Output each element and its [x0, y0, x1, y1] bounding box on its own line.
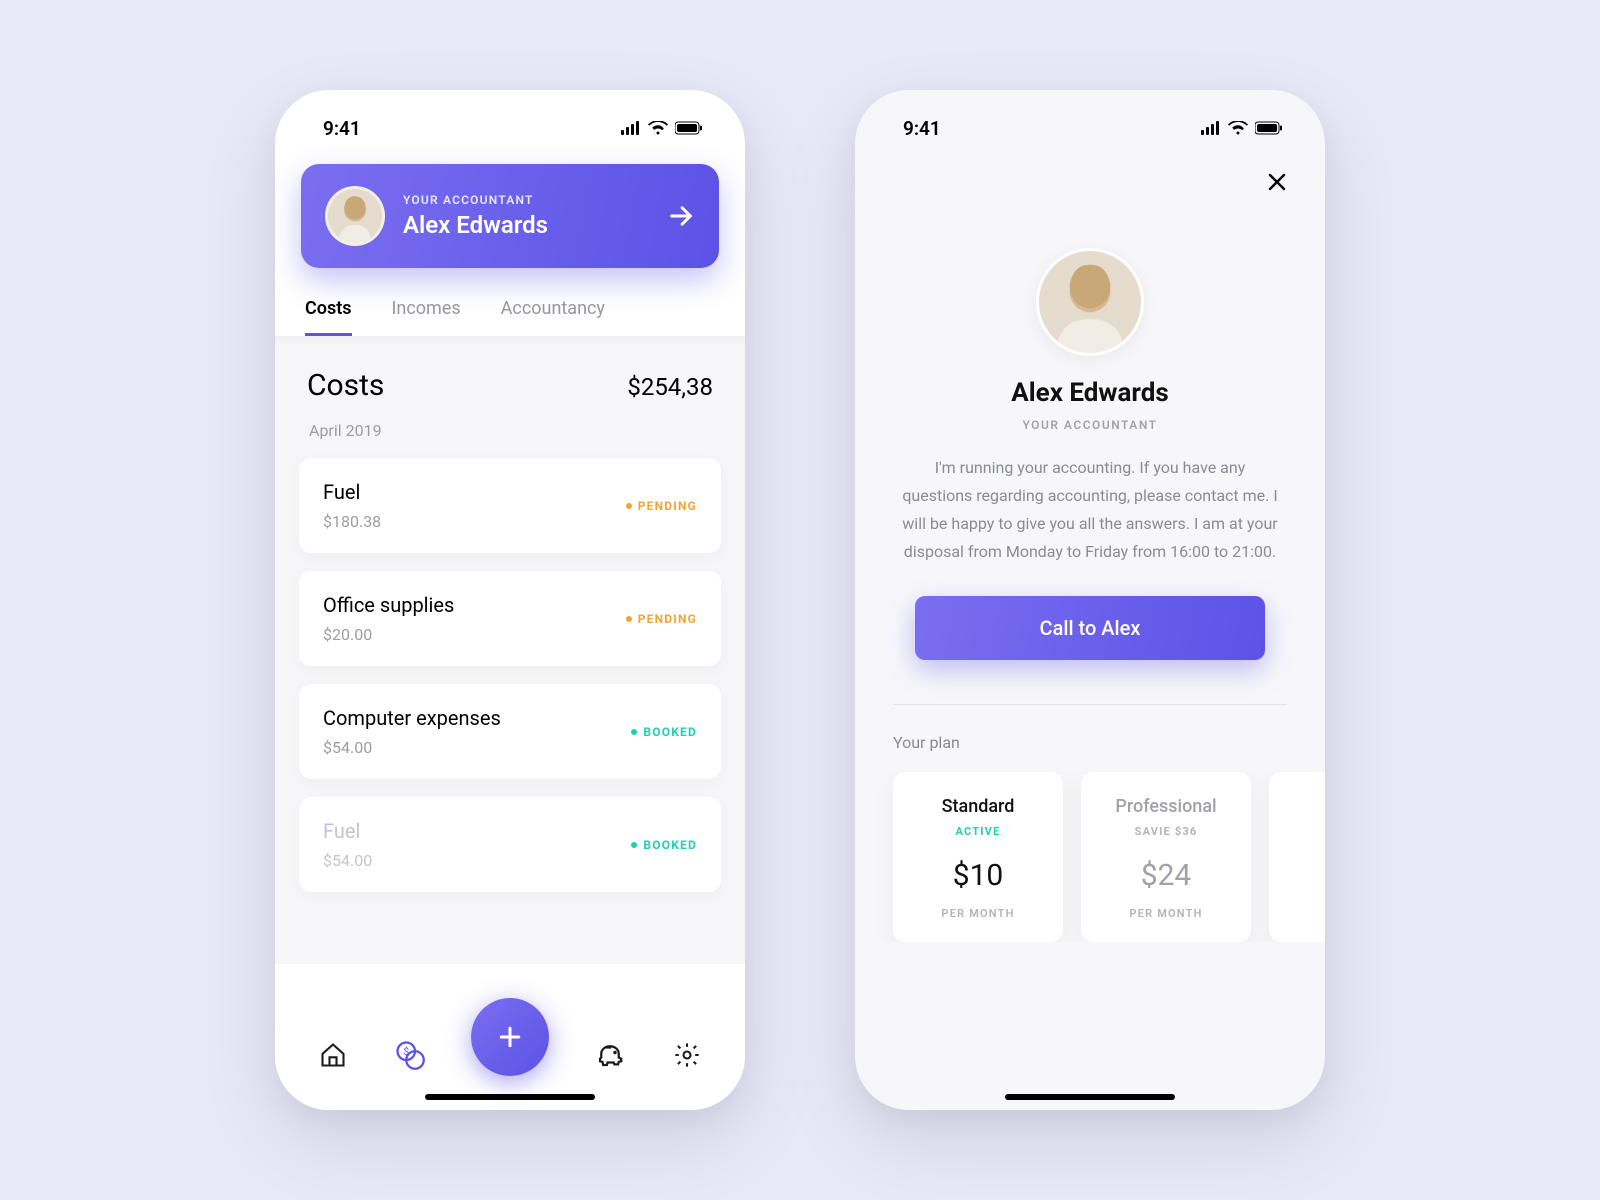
accountant-card[interactable]: YOUR ACCOUNTANT Alex Edwards — [301, 164, 719, 268]
cost-name: Fuel — [323, 819, 372, 843]
plan-card-standard[interactable]: Standard ACTIVE $10 PER MONTH — [893, 772, 1063, 942]
profile-name: Alex Edwards — [899, 378, 1281, 408]
status-icons — [621, 121, 703, 135]
plan-price: $ — [1281, 858, 1325, 893]
phone-profile: 9:41 Alex Edwards YOUR ACCOUNTANT I'm ru… — [855, 90, 1325, 1110]
tabs: Costs Incomes Accountancy — [305, 298, 715, 336]
signal-icon — [621, 121, 641, 135]
status-bar: 9:41 — [855, 90, 1325, 148]
plan-period: PER M — [1281, 907, 1325, 920]
plan-card-professional[interactable]: Professional SAVIE $36 $24 PER MONTH — [1081, 772, 1251, 942]
costs-content: Costs $254,38 April 2019 Fuel $180.38 PE… — [275, 336, 745, 964]
cost-name: Fuel — [323, 480, 381, 504]
status-time: 9:41 — [903, 117, 941, 140]
close-button[interactable] — [1265, 170, 1289, 194]
status-badge: PENDING — [626, 612, 697, 626]
call-button[interactable]: Call to Alex — [915, 596, 1265, 660]
accountant-avatar — [325, 186, 385, 246]
status-badge: BOOKED — [631, 725, 697, 739]
home-indicator — [1005, 1094, 1175, 1100]
plan-card-enterprise[interactable]: Enter SAVI $ PER M — [1269, 772, 1325, 942]
accountant-info: YOUR ACCOUNTANT Alex Edwards — [403, 193, 667, 239]
profile-avatar — [1036, 248, 1144, 356]
plan-name: Standard — [905, 796, 1051, 817]
profile-section: Alex Edwards YOUR ACCOUNTANT I'm running… — [855, 248, 1325, 660]
battery-icon — [675, 121, 703, 135]
cost-item[interactable]: Office supplies $20.00 PENDING — [299, 571, 721, 666]
plan-period: PER MONTH — [1093, 907, 1239, 920]
profile-description: I'm running your accounting. If you have… — [899, 454, 1281, 566]
divider — [893, 704, 1287, 705]
profile-subtitle: YOUR ACCOUNTANT — [899, 418, 1281, 432]
plan-cards[interactable]: Standard ACTIVE $10 PER MONTH Profession… — [855, 772, 1325, 942]
plan-savings: SAVIE $36 — [1093, 825, 1239, 838]
section-total: $254,38 — [627, 373, 713, 401]
fab-add[interactable] — [471, 998, 549, 1076]
nav-home-icon[interactable] — [318, 1040, 348, 1070]
accountant-label: YOUR ACCOUNTANT — [403, 193, 667, 207]
plan-savings: SAVI — [1281, 825, 1325, 838]
section-title: Costs — [307, 368, 384, 403]
wifi-icon — [1228, 121, 1248, 135]
plan-section-label: Your plan — [893, 733, 1325, 752]
battery-icon — [1255, 121, 1283, 135]
section-month: April 2019 — [309, 421, 721, 440]
nav-money-icon[interactable]: $ — [395, 1040, 425, 1070]
arrow-right-icon — [667, 202, 695, 230]
nav-settings-icon[interactable] — [672, 1040, 702, 1070]
status-icons — [1201, 121, 1283, 135]
phone-costs: 9:41 YOUR ACCOUNTANT Alex Edwards Costs … — [275, 90, 745, 1110]
status-bar: 9:41 — [275, 90, 745, 148]
status-badge: BOOKED — [631, 838, 697, 852]
status-badge: PENDING — [626, 499, 697, 513]
cost-name: Office supplies — [323, 593, 454, 617]
plan-price: $24 — [1093, 858, 1239, 893]
cost-item[interactable]: Fuel $54.00 BOOKED — [299, 797, 721, 892]
svg-text:$: $ — [403, 1045, 409, 1058]
cost-item[interactable]: Fuel $180.38 PENDING — [299, 458, 721, 553]
plan-period: PER MONTH — [905, 907, 1051, 920]
plan-name: Professional — [1093, 796, 1239, 817]
cost-item[interactable]: Computer expenses $54.00 BOOKED — [299, 684, 721, 779]
nav-piggy-icon[interactable] — [595, 1040, 625, 1070]
cost-amount: $20.00 — [323, 625, 454, 644]
cost-amount: $180.38 — [323, 512, 381, 531]
wifi-icon — [648, 121, 668, 135]
cost-name: Computer expenses — [323, 706, 501, 730]
tab-costs[interactable]: Costs — [305, 298, 352, 336]
signal-icon — [1201, 121, 1221, 135]
cost-amount: $54.00 — [323, 851, 372, 870]
tab-accountancy[interactable]: Accountancy — [501, 298, 605, 336]
section-header: Costs $254,38 — [307, 368, 713, 403]
plan-price: $10 — [905, 858, 1051, 893]
tab-incomes[interactable]: Incomes — [392, 298, 461, 336]
status-time: 9:41 — [323, 117, 361, 140]
accountant-name: Alex Edwards — [403, 211, 667, 239]
home-indicator — [425, 1094, 595, 1100]
plan-name: Enter — [1281, 796, 1325, 817]
plan-status: ACTIVE — [905, 825, 1051, 838]
cost-amount: $54.00 — [323, 738, 501, 757]
